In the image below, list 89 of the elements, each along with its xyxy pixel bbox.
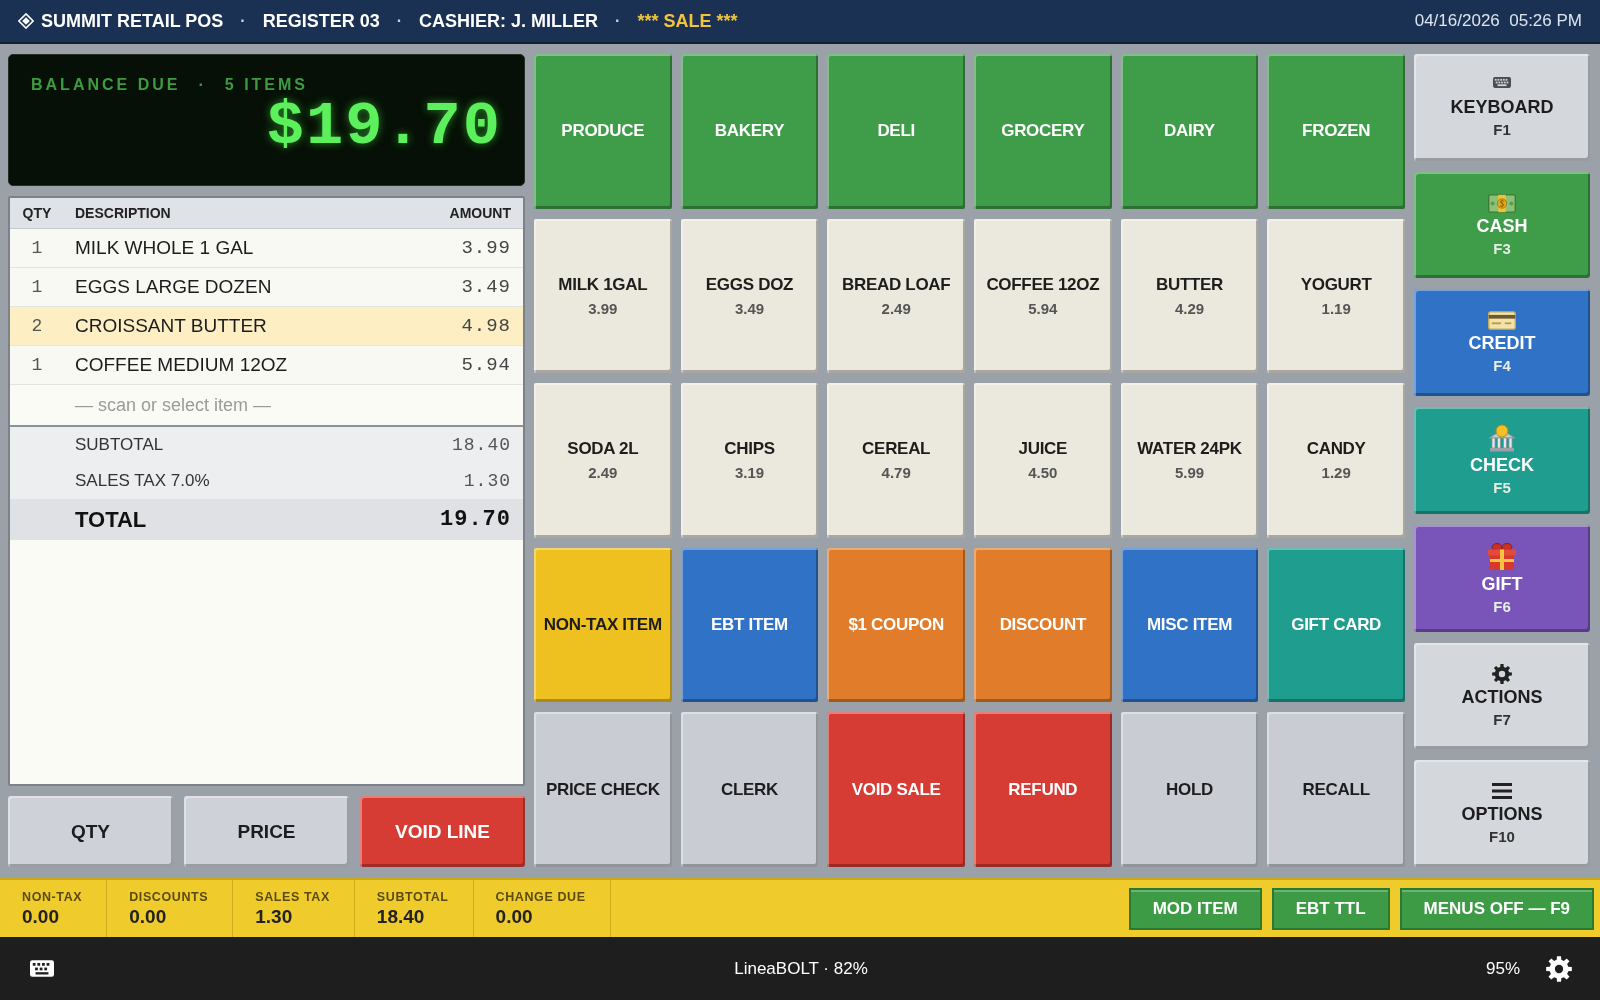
bank-building-icon (1488, 424, 1516, 453)
column-header: DESCRIPTION (74, 205, 171, 221)
amount-cell: 5.94 (461, 354, 511, 376)
keypad-button[interactable]: SODA 2L 2.49 (534, 383, 672, 538)
gear-icon (1492, 663, 1512, 684)
summary-value: 18.40 (376, 905, 426, 928)
keypad-button[interactable]: JUICE 4.50 (974, 383, 1112, 538)
keypad-button[interactable]: COFFEE 12OZ 5.94 (974, 218, 1112, 374)
balance-amount: $19.70 (266, 96, 502, 158)
qty-cell-text: 1 (30, 277, 44, 297)
keypad-button[interactable]: MILK 1GAL 3.99 (534, 218, 672, 374)
keyboard-icon (1493, 76, 1511, 88)
function-key-button[interactable]: KEYBOARD F1 (1414, 54, 1590, 161)
line-action-button[interactable]: QTY (8, 796, 173, 867)
total-label: SUBTOTAL (74, 435, 164, 455)
summary-label: NON-TAX (22, 889, 83, 904)
summary-label: DISCOUNTS (129, 889, 209, 904)
total-value: 1.30 (463, 471, 511, 491)
menu-icon (1492, 782, 1512, 799)
scan-prompt: — scan or select item — (75, 394, 272, 416)
summary-value: 0.00 (495, 905, 534, 928)
dot-separator: · (198, 76, 207, 94)
keypad-button[interactable]: MISC ITEM (1120, 547, 1259, 703)
gift-box-icon (1487, 541, 1517, 572)
dot-separator: · (615, 12, 621, 30)
keypad-button[interactable]: PRICE CHECK (534, 712, 672, 867)
keypad-button[interactable]: CHIPS 3.19 (680, 383, 819, 538)
balance-label: BALANCE DUE (31, 76, 181, 94)
function-key-button[interactable]: ACTIONS F7 (1414, 642, 1590, 750)
qty-cell-text: 2 (30, 316, 44, 336)
summary-value: 0.00 (129, 905, 168, 928)
diamond-icon (18, 13, 34, 29)
keypad-button[interactable]: EBT ITEM (680, 547, 819, 703)
header-info: REGISTER 03 (262, 10, 380, 32)
total-label: TOTAL (74, 506, 147, 533)
function-key-button[interactable]: GIFT F6 (1414, 524, 1590, 632)
item-count: 5 ITEMS (224, 76, 308, 94)
keypad-button[interactable]: HOLD (1120, 712, 1259, 867)
summary-label: CHANGE DUE (495, 889, 586, 904)
function-key-button[interactable]: CREDIT F4 (1414, 289, 1590, 397)
column-header: QTY (21, 205, 53, 221)
amount-cell: 3.99 (461, 237, 511, 259)
battery-percent: 95% (1485, 958, 1520, 979)
keypad-button[interactable]: EGGS DOZ 3.49 (680, 218, 819, 374)
keypad-button[interactable]: CEREAL 4.79 (827, 383, 965, 538)
keypad-button[interactable]: REFUND (974, 712, 1112, 867)
summary-action-button[interactable]: MENUS OFF — F9 (1399, 887, 1594, 930)
total-value: 19.70 (440, 507, 511, 532)
summary-label: SUBTOTAL (376, 889, 449, 904)
keypad-button[interactable]: NON-TAX ITEM (534, 547, 672, 703)
banknote-icon (1488, 193, 1516, 213)
summary-action-button[interactable]: MOD ITEM (1128, 887, 1262, 930)
line-action-button[interactable]: VOID LINE (360, 796, 525, 867)
keypad-button[interactable]: CLERK (680, 712, 819, 867)
description-cell-text: MILK WHOLE 1 GAL (74, 237, 254, 259)
summary-value: 0.00 (22, 905, 60, 928)
sale-mode-indicator: *** SALE *** (637, 10, 738, 32)
description-cell-text: COFFEE MEDIUM 12OZ (74, 354, 288, 376)
keypad-button[interactable]: CANDY 1.29 (1267, 383, 1405, 538)
summary-label: SALES TAX (255, 889, 330, 904)
qty-cell-text: 1 (30, 355, 44, 375)
keypad-button[interactable]: RECALL (1267, 712, 1405, 867)
qty-cell-text: 1 (30, 238, 44, 258)
dot-separator: · (396, 12, 403, 30)
dot-separator: · (240, 12, 246, 30)
app-title: SUMMIT RETAIL POS (41, 10, 224, 32)
description-cell-text: CROISSANT BUTTER (74, 315, 267, 337)
line-action-button[interactable]: PRICE (184, 796, 349, 867)
settings-icon[interactable] (1546, 955, 1572, 982)
keypad-button[interactable]: YOGURT 1.19 (1267, 218, 1405, 374)
summary-action-button[interactable]: EBT TTL (1271, 887, 1390, 930)
keypad-button[interactable]: WATER 24PK 5.99 (1120, 383, 1259, 538)
total-value: 18.40 (452, 435, 511, 455)
keypad-button[interactable]: VOID SALE (827, 712, 965, 867)
amount-cell: 4.98 (461, 315, 511, 337)
summary-value: 1.30 (255, 905, 294, 928)
amount-cell: 3.49 (461, 276, 511, 298)
keypad-button[interactable]: BREAD LOAF 2.49 (827, 218, 965, 374)
device-status: LineaBOLT · 82% (734, 958, 868, 979)
receipt-row[interactable]: 2 CROISSANT BUTTER 4.98 (10, 307, 523, 346)
keyboard-icon[interactable] (30, 960, 54, 977)
keypad-button[interactable]: BUTTER 4.29 (1120, 218, 1259, 374)
function-key-button[interactable]: OPTIONS F10 (1414, 760, 1590, 867)
header-info: CASHIER: J. MILLER (419, 10, 599, 32)
column-header: AMOUNT (449, 205, 511, 221)
description-cell-text: EGGS LARGE DOZEN (74, 276, 272, 298)
credit-card-icon (1488, 311, 1516, 331)
date-time: 04/16/2026 05:26 PM (1414, 11, 1582, 31)
total-label: SALES TAX 7.0% (74, 471, 210, 491)
